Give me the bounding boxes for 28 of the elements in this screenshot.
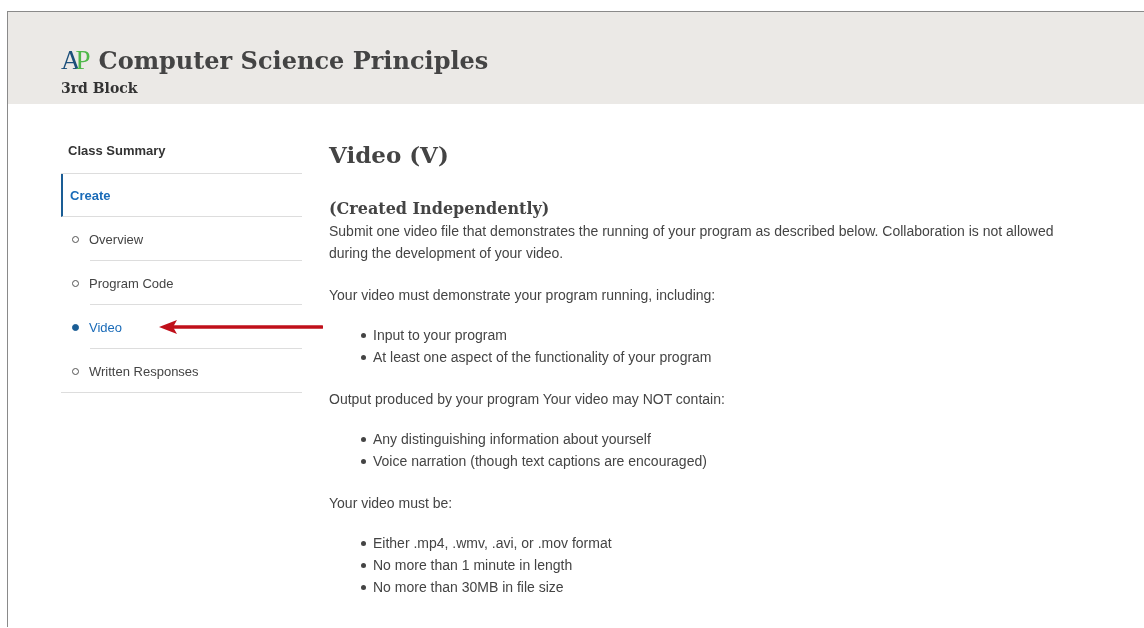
list-item: Input to your program [373, 326, 507, 345]
list-item: At least one aspect of the functionality of your program [373, 348, 712, 367]
course-title: Computer Science Principles [98, 46, 489, 75]
paragraph: Submit one video file that demonstrates the running of your program as described below. Collaboration is not allowed during the development of your video. [329, 222, 1055, 263]
bullet-icon [361, 332, 366, 338]
section-heading: (Created Independently) [329, 198, 551, 220]
list-item: Any distinguishing information about yourself [373, 430, 651, 449]
bullet-icon [361, 436, 366, 442]
paragraph: Your video must demonstrate your program running, including: [329, 286, 717, 305]
ap-logo: AP [61, 45, 88, 76]
class-block-label: 3rd Block [61, 80, 139, 96]
bullet-icon [361, 458, 366, 464]
paragraph: Your video must be: [329, 494, 454, 513]
sidebar-item[interactable]: Overview [89, 231, 144, 247]
bullet-icon [361, 562, 366, 568]
list-item: Either .mp4, .wmv, .avi, or .mov format [373, 534, 612, 553]
list-item: No more than 1 minute in length [373, 556, 573, 575]
sidebar-item[interactable]: Written Responses [89, 363, 199, 379]
sidebar-item[interactable]: Program Code [89, 275, 174, 291]
sidebar-heading[interactable]: Class Summary [61, 140, 302, 174]
bullet-icon [361, 584, 366, 590]
bullet-icon [361, 540, 366, 546]
list-item: Voice narration (though text captions are encouraged) [373, 452, 707, 471]
page-heading: Video (V) [329, 140, 450, 170]
list-item: No more than 30MB in file size [373, 578, 564, 597]
sidebar-item[interactable]: Video [89, 319, 122, 335]
paragraph: Output produced by your program Your video may NOT contain: [329, 390, 726, 409]
bullet-icon [361, 354, 366, 360]
